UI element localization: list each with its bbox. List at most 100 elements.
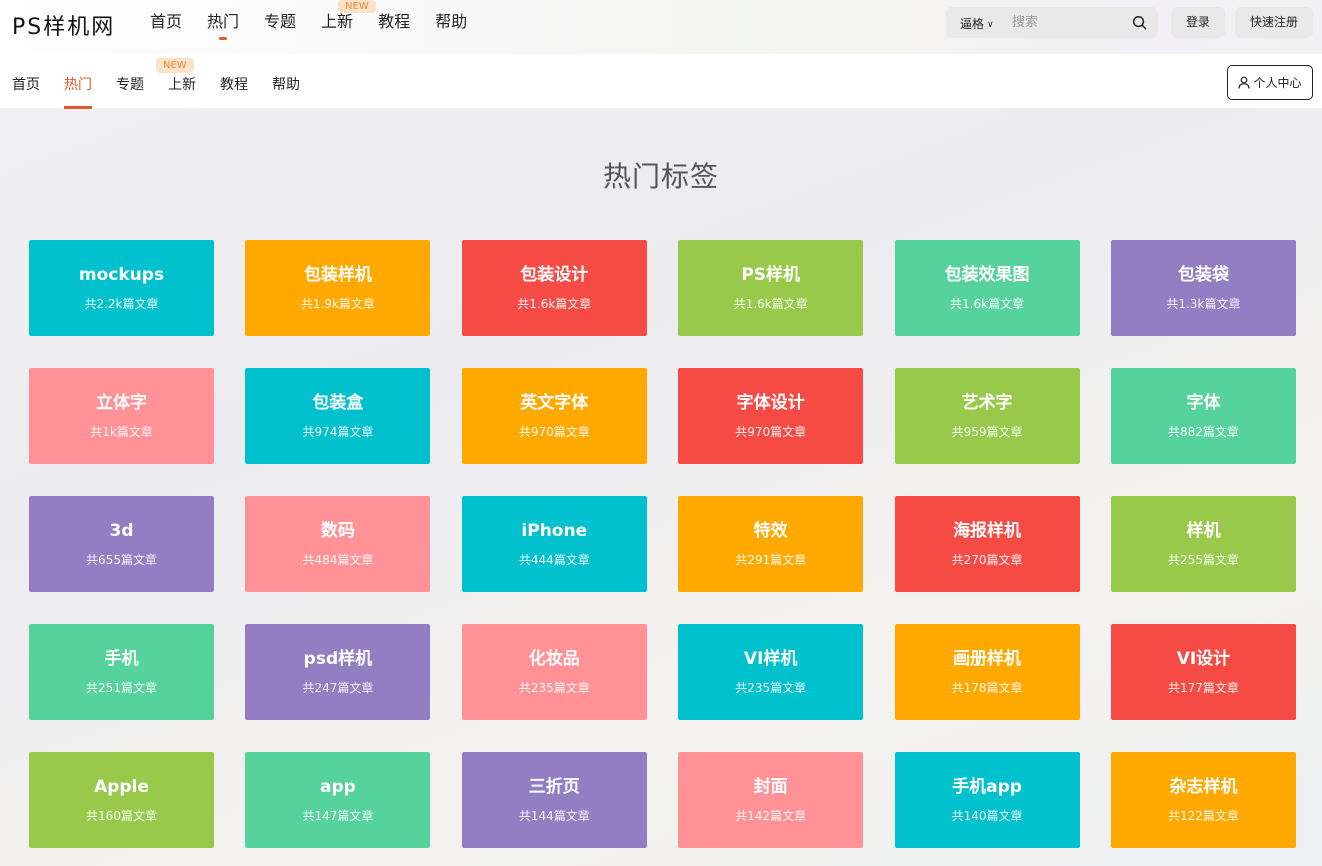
top-nav-item-tutorials[interactable]: 教程	[378, 12, 410, 40]
tag-card[interactable]: 字体设计 共970篇文章	[678, 368, 864, 464]
new-badge: NEW	[156, 58, 194, 73]
tag-count: 共251篇文章	[86, 680, 157, 695]
tag-card[interactable]: 包装设计共1.6k篇文章	[461, 240, 647, 336]
tag-count: 共247篇文章	[302, 680, 374, 695]
nav-label: 首页	[150, 12, 183, 31]
tag-name: VI样机	[743, 648, 798, 669]
tag-count: 共144篇文章	[518, 808, 590, 823]
sub-nav-item-hot[interactable]: 热门	[64, 74, 92, 109]
login-button[interactable]: 登录	[1171, 7, 1225, 38]
tag-card[interactable]: 包装盒 共974篇文章	[245, 368, 431, 464]
nav-label: 教程	[378, 12, 411, 31]
tag-grid: mockups 共2.2k篇文章 包装样机 共1.9k篇文章 包装设计 共1.6k篇文章 P…	[29, 240, 1296, 848]
tag-card[interactable]: 样机共255篇文章	[1110, 496, 1296, 592]
tag-count: 共2.2k篇文章	[84, 296, 159, 311]
tag-count: 共1k篇文章	[90, 424, 153, 439]
sub-nav: 首页 热门 专题 上新 NEW 教程 帮助	[12, 58, 324, 109]
top-header: PS样机网 首页 热门 专题 上新 NEW 教程 帮助 逼格∨ 登录 快速注册	[0, 0, 1322, 54]
tag-card[interactable]: 特效 共291篇文章	[678, 496, 864, 592]
tag-count: 共1.3k篇文章	[1166, 296, 1241, 311]
sub-nav-item-tutorials[interactable]: 教程	[220, 74, 248, 108]
tag-count: 共235篇文章	[735, 680, 807, 695]
top-nav-item-help[interactable]: 帮助	[435, 12, 467, 40]
nav-label: 帮助	[272, 77, 300, 93]
tag-card[interactable]: 封面 共142篇文章	[678, 752, 864, 848]
tag-card[interactable]: 包装袋共1.3k篇文章	[1110, 240, 1296, 336]
tag-card[interactable]: 海报样机共270篇文章	[894, 496, 1080, 592]
tag-count: 共140篇文章	[951, 808, 1023, 823]
sub-header: 首页 热门 专题 上新 NEW 教程 帮助 个人中心	[0, 54, 1322, 109]
tag-card[interactable]: 手机 共251篇文章	[29, 624, 214, 720]
tag-count: 共255篇文章	[1168, 552, 1239, 567]
tag-count: 共142篇文章	[735, 808, 807, 823]
tag-name: 字体设计	[736, 392, 805, 413]
tag-card[interactable]: 三折页共144篇文章	[461, 752, 647, 848]
tag-name: app	[319, 776, 356, 797]
tag-card[interactable]: mockups 共2.2k篇文章	[29, 240, 214, 336]
tag-count: 共177篇文章	[1168, 680, 1239, 695]
tag-count: 共1.6k篇文章	[733, 296, 808, 311]
nav-label: 热门	[64, 77, 92, 93]
sub-nav-item-topics[interactable]: 专题	[116, 74, 144, 108]
tag-count: 共122篇文章	[1168, 808, 1239, 823]
tag-name: 包装盒	[312, 392, 364, 413]
tag-name: 包装设计	[520, 264, 589, 285]
nav-label: 上新	[321, 12, 354, 31]
tag-card[interactable]: 英文字体 共970篇文章	[461, 368, 647, 464]
tag-name: 3d	[109, 520, 134, 541]
tag-name: 海报样机	[953, 520, 1022, 541]
tag-name: 化妆品	[528, 648, 580, 669]
user-center-button[interactable]: 个人中心	[1227, 65, 1313, 100]
tag-count: 共959篇文章	[951, 424, 1023, 439]
tag-name: 三折页	[528, 776, 580, 797]
tag-card[interactable]: 字体共882篇文章	[1110, 368, 1296, 464]
tag-card[interactable]: 包装样机 共1.9k篇文章	[245, 240, 431, 336]
tag-count: 共1.9k篇文章	[300, 296, 375, 311]
top-nav-item-hot[interactable]: 热门	[207, 12, 239, 40]
tag-card[interactable]: VI设计 共177篇文章	[1110, 624, 1296, 720]
tag-card[interactable]: 3d 共655篇文章	[29, 496, 214, 592]
search-icon[interactable]	[1132, 15, 1147, 30]
tag-count: 共178篇文章	[951, 680, 1023, 695]
tag-count: 共882篇文章	[1168, 424, 1239, 439]
tag-count: 共1.6k篇文章	[517, 296, 592, 311]
tag-card[interactable]: 数码 共484篇文章	[245, 496, 431, 592]
tag-name: 样机	[1186, 520, 1221, 541]
tag-count: 共655篇文章	[86, 552, 157, 567]
tag-card[interactable]: 艺术字 共959篇文章	[894, 368, 1080, 464]
tag-card[interactable]: 画册样机 共178篇文章	[894, 624, 1080, 720]
search-scope-select[interactable]: 逼格 ∨	[960, 15, 994, 32]
nav-label: 帮助	[435, 12, 468, 31]
sub-nav-item-new[interactable]: 上新 NEW	[156, 58, 196, 108]
search-input[interactable]	[1012, 11, 1122, 34]
tag-name: 字体	[1186, 392, 1221, 413]
tag-card[interactable]: 化妆品 共235篇文章	[461, 624, 647, 720]
tag-card[interactable]: 手机app 共140篇文章	[894, 752, 1080, 848]
tag-card[interactable]: Apple 共160篇文章	[29, 752, 214, 848]
tag-name: 包装效果图	[944, 264, 1030, 285]
search-scope-label: 逼格	[960, 17, 985, 31]
sub-nav-item-home[interactable]: 首页	[12, 74, 40, 108]
tag-name: mockups	[78, 264, 165, 285]
tag-card[interactable]: 杂志样机 共122篇文章	[1110, 752, 1296, 848]
register-button[interactable]: 快速注册	[1235, 7, 1313, 38]
tag-count: 共1.6k篇文章	[950, 296, 1025, 311]
sub-nav-item-help[interactable]: 帮助	[272, 74, 300, 108]
tag-name: 包装袋	[1177, 264, 1229, 285]
tag-name: 英文字体	[520, 392, 589, 413]
chevron-down-icon: ∨	[987, 20, 994, 30]
top-nav-item-home[interactable]: 首页	[150, 12, 182, 40]
tag-count: 共270篇文章	[951, 552, 1023, 567]
nav-label: 首页	[12, 77, 40, 93]
tag-card[interactable]: app 共147篇文章	[245, 752, 431, 848]
tag-card[interactable]: PS样机 共1.6k篇文章	[678, 240, 864, 336]
tag-name: 手机app	[952, 776, 1022, 797]
tag-card[interactable]: psd样机 共247篇文章	[245, 624, 431, 720]
top-nav-item-new[interactable]: 上新 NEW	[321, 0, 376, 40]
tag-card[interactable]: VI样机共235篇文章	[678, 624, 864, 720]
tag-card[interactable]: 包装效果图共1.6k篇文章	[894, 240, 1080, 336]
tag-card[interactable]: 立体字 共1k篇文章	[29, 368, 214, 464]
top-nav-item-topics[interactable]: 专题	[264, 12, 296, 40]
site-logo[interactable]: PS样机网	[12, 9, 115, 41]
tag-card[interactable]: iPhone 共444篇文章	[461, 496, 647, 592]
